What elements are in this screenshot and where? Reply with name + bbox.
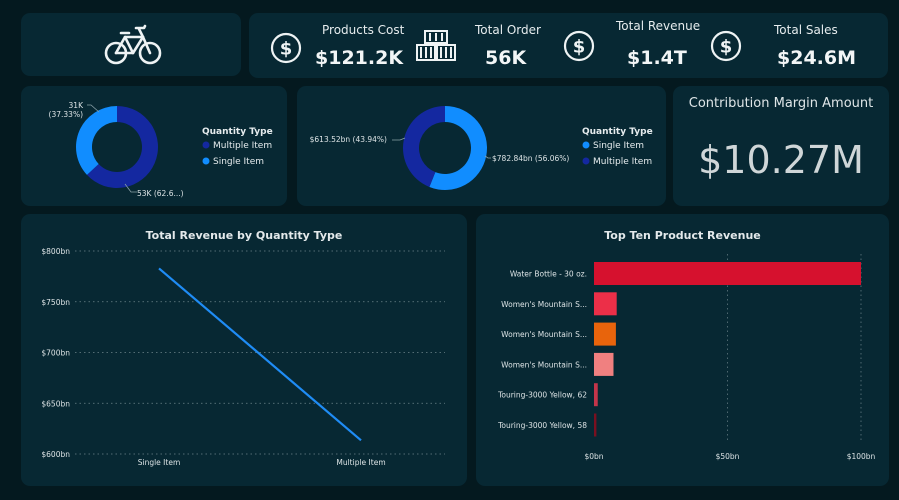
x-tick-label: $50bn: [716, 452, 740, 461]
kpi-total-revenue-value: $1.4T: [627, 47, 687, 69]
y-tick-label: $650bn: [41, 399, 70, 408]
legend-item-single-item[interactable]: Single Item: [213, 157, 264, 167]
kpi-total-order-title: Total Order: [475, 23, 541, 37]
x-tick-label: Single Item: [138, 458, 181, 467]
containers-icon: [416, 30, 456, 61]
bar[interactable]: [594, 322, 616, 346]
x-tick-label: $100bn: [847, 452, 876, 461]
donut-data-label: $782.84bn (56.06%): [492, 154, 569, 163]
line-chart: $600bn $650bn $700bn $750bn $800bn Single Ite…: [41, 247, 445, 467]
dollar-circle-icon: $: [270, 32, 302, 64]
y-category-label: Touring-3000 Yellow, 58: [497, 421, 587, 430]
donut-data-label: $613.52bn (43.94%): [310, 135, 387, 144]
bar-chart-card: Top Ten Product Revenue $0bn $50bn $100bn W…: [476, 214, 889, 486]
kpi-products-cost-title: Products Cost: [322, 23, 405, 37]
quantity-donut-chart: 53K (62.6...) 31K(37.33%) Quantity Type Mul…: [49, 101, 273, 198]
x-tick-label: $0bn: [584, 452, 603, 461]
contribution-margin-card: Contribution Margin Amount $10.27M: [673, 86, 889, 206]
y-category-label: Women's Mountain S...: [501, 360, 587, 369]
legend-item-single-item[interactable]: Single Item: [593, 141, 644, 151]
y-category-label: Women's Mountain S...: [501, 300, 587, 309]
kpi-total-sales-title: Total Sales: [774, 23, 838, 37]
donut-leader-line: [87, 104, 100, 113]
y-category-label: Women's Mountain S...: [501, 330, 587, 339]
bar[interactable]: [594, 262, 861, 285]
legend-item-multiple-item[interactable]: Multiple Item: [213, 141, 272, 151]
svg-text:$: $: [573, 37, 586, 58]
line-chart-card: Total Revenue by Quantity Type $600bn $65…: [21, 214, 467, 486]
revenue-series-line[interactable]: [158, 267, 362, 442]
donut-leader-line: [392, 137, 406, 141]
y-tick-label: $700bn: [41, 349, 70, 358]
legend-marker: [582, 141, 590, 149]
dollar-circle-icon: $: [710, 30, 742, 62]
bar[interactable]: [594, 413, 597, 437]
svg-text:$: $: [720, 37, 733, 58]
kpi-total-revenue-title: Total Revenue: [616, 19, 701, 33]
donut-data-label: 53K (62.6...): [137, 189, 184, 198]
kpi-card: $ Products Cost $121.2K Total Order 56K …: [249, 13, 888, 78]
legend-marker: [202, 141, 210, 149]
x-tick-label: Multiple Item: [336, 458, 385, 467]
kpi-products-cost-value: $121.2K: [315, 47, 404, 69]
donut-data-label: (37.33%): [49, 110, 84, 119]
legend-marker: [582, 157, 590, 165]
donut-data-label: 31K: [69, 101, 85, 110]
svg-text:$: $: [280, 39, 293, 60]
kpi-total-sales-value: $24.6M: [777, 47, 857, 69]
quantity-donut-card: 53K (62.6...) 31K (37.33%) Quantity Type Mul…: [21, 86, 287, 206]
bar[interactable]: [594, 292, 617, 316]
revenue-donut-card: $782.84bn (56.06%) $613.52bn (43.94%) Quan…: [297, 86, 666, 206]
y-tick-label: $600bn: [41, 450, 70, 459]
y-tick-label: $800bn: [41, 247, 70, 256]
bar-chart: $0bn $50bn $100bn Water Bottle - 30 oz. Wome…: [497, 254, 876, 461]
donut-leader-line: [484, 155, 491, 159]
contribution-margin-value: $10.27M: [698, 138, 864, 182]
bar[interactable]: [594, 383, 598, 407]
legend-title: Quantity Type: [582, 127, 653, 137]
legend-title: Quantity Type: [202, 127, 273, 137]
bar[interactable]: [594, 352, 614, 376]
revenue-donut-chart: $782.84bn (56.06%) $613.52bn (43.94%) Quan…: [310, 106, 653, 190]
dollar-circle-icon: $: [563, 30, 595, 62]
bicycle-icon: [104, 24, 162, 65]
legend-item-multiple-item[interactable]: Multiple Item: [593, 157, 652, 167]
y-category-label: Touring-3000 Yellow, 62: [497, 391, 587, 400]
logo-card: [21, 13, 241, 76]
y-tick-label: $750bn: [41, 298, 70, 307]
contribution-margin-title: Contribution Margin Amount: [688, 96, 874, 111]
kpi-total-order-value: 56K: [485, 47, 527, 69]
legend-marker: [202, 157, 210, 165]
y-category-label: Water Bottle - 30 oz.: [510, 270, 587, 279]
